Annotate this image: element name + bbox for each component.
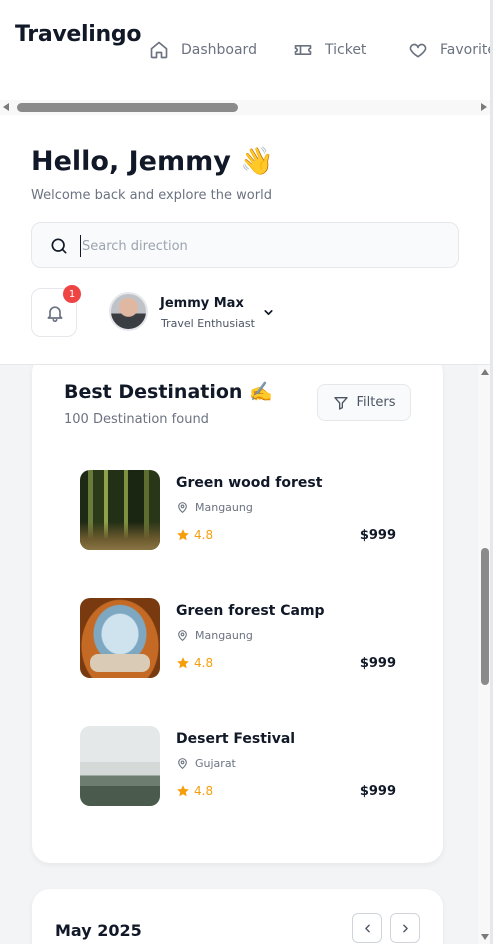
search-input[interactable] (80, 235, 440, 257)
bell-icon (47, 306, 63, 323)
user-role: Travel Enthusiast (161, 317, 255, 330)
destination-item[interactable]: Desert Festival Gujarat 4.8 $999 (80, 726, 400, 806)
destination-item[interactable]: Green forest Camp Mangaung 4.8 $999 (80, 598, 400, 678)
star-icon (177, 785, 189, 797)
star-icon (177, 657, 189, 669)
chevron-down-icon[interactable] (262, 306, 275, 319)
nav-label-ticket: Ticket (325, 42, 367, 58)
main-content: Best Destination ✍️ 100 Destination foun… (0, 365, 478, 944)
destination-rating: 4.8 (176, 784, 213, 798)
destination-rating-value: 4.8 (194, 784, 214, 798)
destination-location: Mangaung (176, 501, 253, 514)
chevron-right-icon (403, 924, 408, 933)
destination-location-text: Gujarat (195, 757, 236, 770)
map-pin-icon (178, 630, 187, 642)
destination-rating: 4.8 (176, 528, 213, 542)
destination-rating-value: 4.8 (194, 528, 214, 542)
destination-image (80, 598, 160, 678)
destination-location: Gujarat (176, 757, 236, 770)
nav-label-dashboard: Dashboard (181, 42, 257, 58)
filters-label: Filters (356, 395, 396, 410)
destination-rating-value: 4.8 (194, 656, 214, 670)
search-box[interactable] (31, 222, 459, 268)
destination-location-text: Mangaung (195, 629, 253, 642)
destination-name: Desert Festival (176, 731, 296, 747)
best-destination-card: Best Destination ✍️ 100 Destination foun… (32, 365, 443, 863)
horizontal-scroll-thumb[interactable] (17, 103, 238, 112)
filter-icon (333, 396, 348, 410)
chevron-left-icon (365, 924, 370, 933)
horizontal-scrollbar[interactable] (0, 100, 493, 115)
destination-item[interactable]: Green wood forest Mangaung 4.8 $999 (80, 470, 400, 550)
nav-item-ticket[interactable]: Ticket (293, 40, 366, 60)
map-pin-icon (178, 758, 187, 770)
star-icon (177, 529, 189, 541)
nav-item-favorite[interactable]: Favorite (408, 40, 493, 60)
destination-image (80, 470, 160, 550)
best-destination-title: Best Destination ✍️ (64, 381, 273, 403)
destination-image (80, 726, 160, 806)
nav-item-dashboard[interactable]: Dashboard (149, 40, 257, 60)
scroll-left-arrow-icon[interactable] (3, 103, 9, 111)
greeting-header: Hello, Jemmy 👋 Welcome back and explore … (0, 115, 493, 365)
notification-count-badge: 1 (63, 285, 81, 303)
destination-price: $999 (359, 784, 396, 799)
vertical-scroll-thumb[interactable] (481, 548, 489, 685)
destination-price: $999 (359, 656, 396, 671)
calendar-month-label: May 2025 (55, 921, 142, 940)
filters-button[interactable]: Filters (317, 384, 411, 421)
destination-location: Mangaung (176, 629, 253, 642)
heart-icon (409, 43, 427, 58)
destination-count: 100 Destination found (64, 412, 209, 427)
next-month-button[interactable] (390, 913, 420, 943)
destination-rating: 4.8 (176, 656, 213, 670)
greeting-subtitle: Welcome back and explore the world (31, 188, 272, 203)
destination-price: $999 (359, 528, 396, 543)
nav-label-favorite: Favorite (440, 42, 493, 58)
search-icon (51, 238, 67, 254)
scroll-down-arrow-icon[interactable] (481, 934, 489, 940)
scroll-right-arrow-icon[interactable] (481, 103, 487, 111)
calendar-card: May 2025 (32, 889, 443, 944)
user-name[interactable]: Jemmy Max (160, 296, 244, 311)
greeting-title: Hello, Jemmy 👋 (31, 146, 274, 177)
destination-name: Green wood forest (176, 475, 323, 491)
app-logo[interactable]: Travelingo (15, 22, 141, 47)
destination-location-text: Mangaung (195, 501, 253, 514)
map-pin-icon (178, 502, 187, 514)
destination-name: Green forest Camp (176, 603, 325, 619)
user-avatar[interactable] (109, 292, 148, 331)
home-icon (150, 41, 168, 59)
scroll-up-arrow-icon[interactable] (481, 369, 489, 375)
top-navigation: Travelingo Dashboard Ticket Favorite (0, 0, 493, 100)
previous-month-button[interactable] (352, 913, 382, 943)
ticket-icon (294, 45, 312, 56)
